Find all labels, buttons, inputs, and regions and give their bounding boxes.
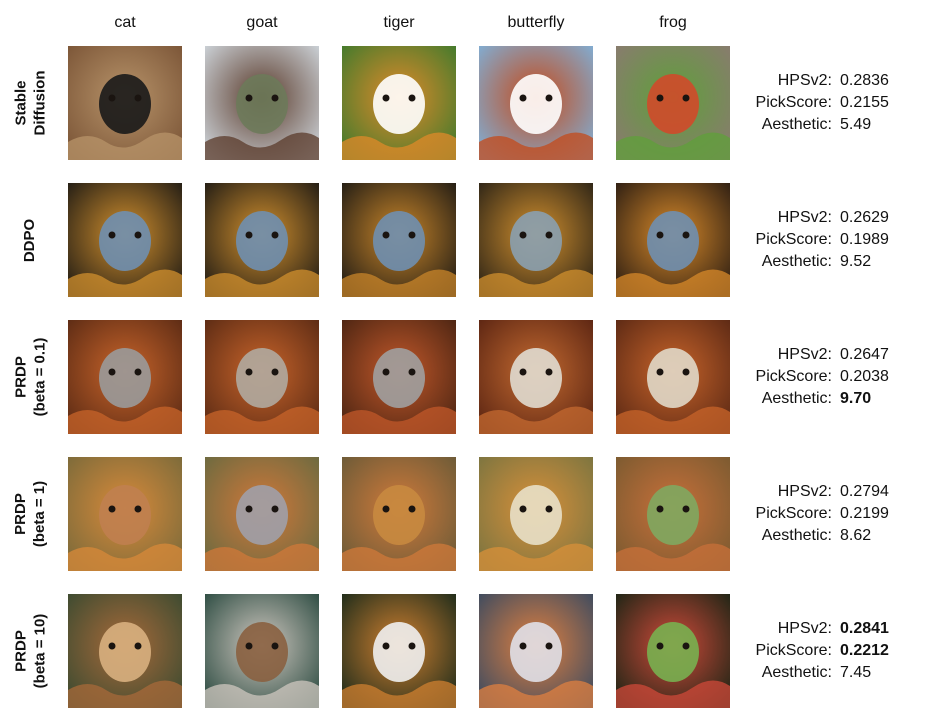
row-label: Stable Diffusion xyxy=(0,46,60,160)
row-label-line: (beta = 0.1) xyxy=(31,337,48,417)
metric-name: PickScore: xyxy=(755,94,832,111)
metric-row: Aesthetic: 8.62 xyxy=(740,525,940,547)
row-label: PRDP (beta = 10) xyxy=(0,594,60,708)
metrics-block: HPSv2: 0.2836 PickScore: 0.2155 Aesthetic: 5.… xyxy=(740,70,940,136)
row-label-text: Stable Diffusion xyxy=(11,71,49,136)
generated-image-frog xyxy=(616,457,730,571)
generated-image-cat xyxy=(68,320,182,434)
generated-image-cat xyxy=(68,457,182,571)
generated-image-cat xyxy=(68,46,182,160)
row-label-line: (beta = 1) xyxy=(31,480,48,548)
row-label-line: Diffusion xyxy=(31,70,48,136)
generated-image-goat xyxy=(205,183,319,297)
generated-image-butterfly xyxy=(479,594,593,708)
metric-name: HPSv2: xyxy=(777,483,832,500)
metric-value: 0.2836 xyxy=(840,72,889,89)
generated-image-tiger xyxy=(342,594,456,708)
metric-value: 0.2199 xyxy=(840,505,889,522)
metric-row: HPSv2: 0.2794 xyxy=(740,481,940,503)
metric-value: 0.2155 xyxy=(840,94,889,111)
generated-image-tiger xyxy=(342,46,456,160)
metric-name: HPSv2: xyxy=(777,72,832,89)
metric-name: Aesthetic: xyxy=(761,527,832,544)
row-label: PRDP (beta = 1) xyxy=(0,457,60,571)
generated-image-cat xyxy=(68,594,182,708)
generated-image-butterfly xyxy=(479,457,593,571)
row-label-line: (beta = 10) xyxy=(31,613,48,689)
metric-value: 8.62 xyxy=(840,527,872,544)
metric-value: 0.2038 xyxy=(840,368,889,385)
metric-name: PickScore: xyxy=(755,505,832,522)
metric-name: Aesthetic: xyxy=(761,253,832,270)
metric-value: 0.1989 xyxy=(840,231,889,248)
row-label-line: PRDP xyxy=(12,493,29,535)
generated-image-butterfly xyxy=(479,46,593,160)
row-label-text: PRDP (beta = 1) xyxy=(11,481,49,547)
row-label-line: DDPO xyxy=(21,218,39,262)
metric-name: Aesthetic: xyxy=(761,664,832,681)
generated-image-goat xyxy=(205,320,319,434)
generated-image-goat xyxy=(205,457,319,571)
generated-image-butterfly xyxy=(479,320,593,434)
metric-value: 0.2794 xyxy=(840,483,889,500)
metric-row: PickScore: 0.2038 xyxy=(740,366,940,388)
row-label-text: DDPO xyxy=(21,218,40,261)
row-label-line: PRDP xyxy=(12,356,29,398)
metric-value: 9.70 xyxy=(840,390,872,407)
metric-value: 7.45 xyxy=(840,664,872,681)
row-label-line: Stable xyxy=(12,80,29,126)
row-label-line: PRDP xyxy=(12,630,29,672)
generated-image-goat xyxy=(205,594,319,708)
metric-name: Aesthetic: xyxy=(761,116,832,133)
column-header-tiger: tiger xyxy=(383,14,415,31)
metric-value: 0.2647 xyxy=(840,346,889,363)
generated-image-butterfly xyxy=(479,183,593,297)
metric-name: PickScore: xyxy=(755,642,832,659)
metric-row: HPSv2: 0.2647 xyxy=(740,344,940,366)
metric-row: Aesthetic: 7.45 xyxy=(740,662,940,684)
column-header-cat: cat xyxy=(114,14,136,31)
metric-row: Aesthetic: 9.52 xyxy=(740,251,940,273)
metrics-block: HPSv2: 0.2841 PickScore: 0.2212 Aesthetic: 7.… xyxy=(740,618,940,684)
metric-row: HPSv2: 0.2629 xyxy=(740,207,940,229)
metric-row: Aesthetic: 9.70 xyxy=(740,388,940,410)
row-label: PRDP (beta = 0.1) xyxy=(0,320,60,434)
metric-row: HPSv2: 0.2836 xyxy=(740,70,940,92)
generated-image-frog xyxy=(616,183,730,297)
metric-row: Aesthetic: 5.49 xyxy=(740,114,940,136)
column-header-goat: goat xyxy=(246,14,278,31)
metric-name: Aesthetic: xyxy=(761,390,832,407)
metric-value: 9.52 xyxy=(840,253,872,270)
metric-value: 0.2841 xyxy=(840,620,889,637)
generated-image-cat xyxy=(68,183,182,297)
metric-name: HPSv2: xyxy=(777,346,832,363)
metric-value: 0.2212 xyxy=(840,642,889,659)
row-label-text: PRDP (beta = 10) xyxy=(11,614,49,689)
metric-name: HPSv2: xyxy=(777,620,832,637)
metric-name: PickScore: xyxy=(755,368,832,385)
generated-image-tiger xyxy=(342,183,456,297)
generated-image-frog xyxy=(616,320,730,434)
metrics-block: HPSv2: 0.2647 PickScore: 0.2038 Aesthetic: 9.… xyxy=(740,344,940,410)
metric-row: PickScore: 0.2199 xyxy=(740,503,940,525)
generated-image-frog xyxy=(616,594,730,708)
metric-value: 0.2629 xyxy=(840,209,889,226)
metric-name: HPSv2: xyxy=(777,209,832,226)
metric-row: HPSv2: 0.2841 xyxy=(740,618,940,640)
metric-row: PickScore: 0.2212 xyxy=(740,640,940,662)
row-label-text: PRDP (beta = 0.1) xyxy=(11,338,49,417)
metric-value: 5.49 xyxy=(840,116,872,133)
column-header-frog: frog xyxy=(659,14,687,31)
metrics-block: HPSv2: 0.2629 PickScore: 0.1989 Aesthetic: 9.… xyxy=(740,207,940,273)
column-header-butterfly: butterfly xyxy=(507,14,565,31)
metrics-block: HPSv2: 0.2794 PickScore: 0.2199 Aesthetic: 8.… xyxy=(740,481,940,547)
generated-image-goat xyxy=(205,46,319,160)
metric-name: PickScore: xyxy=(755,231,832,248)
row-label: DDPO xyxy=(0,183,60,297)
generated-image-frog xyxy=(616,46,730,160)
metric-row: PickScore: 0.1989 xyxy=(740,229,940,251)
generated-image-tiger xyxy=(342,457,456,571)
generated-image-tiger xyxy=(342,320,456,434)
metric-row: PickScore: 0.2155 xyxy=(740,92,940,114)
